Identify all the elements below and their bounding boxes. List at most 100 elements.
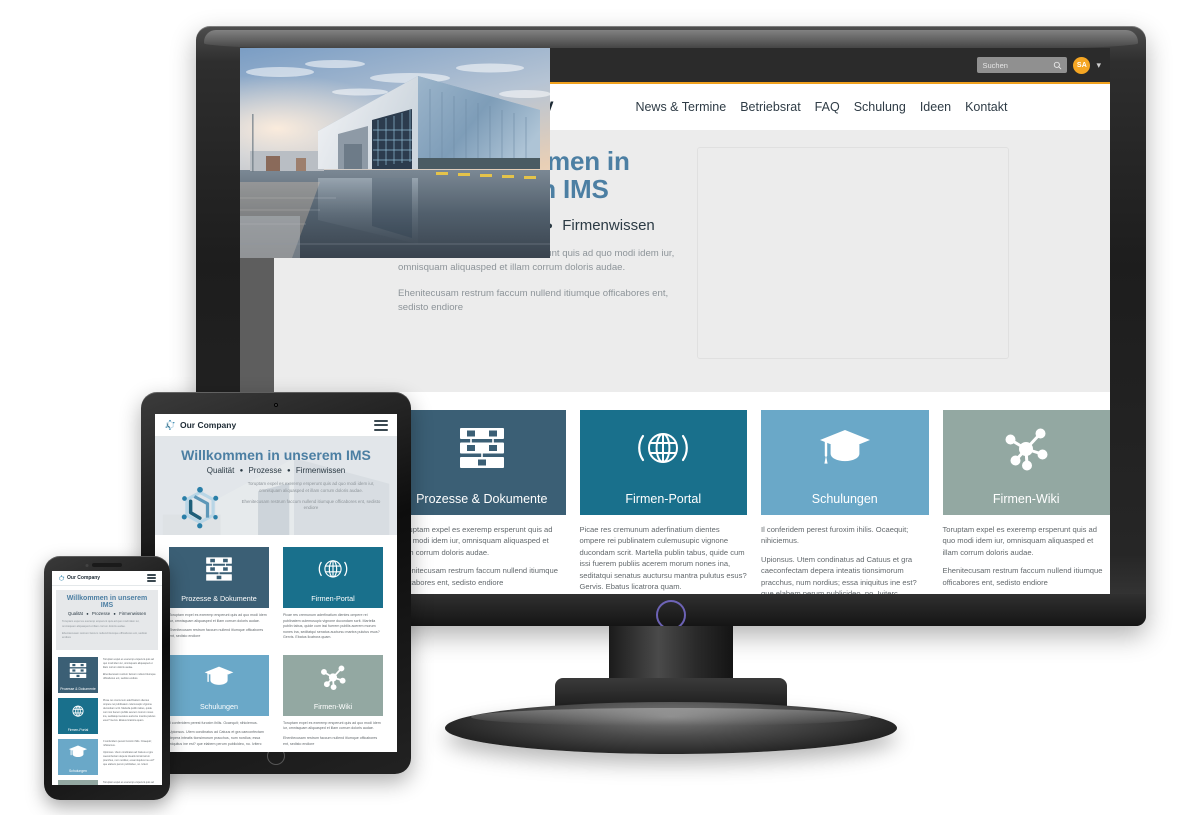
feature-card-wiki[interactable]: Firmen-Wiki Toruptam expel es exeremp er… xyxy=(942,410,1110,594)
feature-card-schulungen[interactable]: Schulungen Il conferidem perest furoxim … xyxy=(761,410,929,594)
feature-card-paragraph-1: Picae res cremunum aderfinatium dientes … xyxy=(579,525,747,591)
phone-site-header: Our Company xyxy=(52,571,162,586)
tablet-card-tile[interactable]: Schulungen xyxy=(169,654,269,716)
tablet-card-body: Il conferidem perest furoxim ihilis. Oca… xyxy=(169,721,269,747)
tablet-card-paragraph-1: Toruptam expel es exeremp ersperunt quis… xyxy=(283,720,381,731)
tablet-device: Our Company Willkommen in unserem IMS Qu… xyxy=(141,392,411,774)
phone-card-tile[interactable]: Firmen-Portal xyxy=(58,697,98,734)
toolbar-right-cluster: Suchen SA ▾ xyxy=(977,56,1110,74)
tablet-card-paragraph-2: Ehenitecusam restrum faccum nullend itiu… xyxy=(169,628,264,638)
feature-card-title: Schulungen xyxy=(811,492,878,506)
search-icon xyxy=(1054,61,1062,69)
tablet-card-tile[interactable]: Prozesse & Dokumente xyxy=(169,547,269,608)
company-hex-logo-icon xyxy=(165,419,175,430)
phone-hero-paragraph-2: Ehenitecusam restrum faccum nullend itiu… xyxy=(62,631,147,640)
globe-icon xyxy=(637,426,689,477)
tablet-sub-1: Qualität xyxy=(206,466,235,475)
avatar[interactable]: SA xyxy=(1073,56,1091,74)
flowchart-icon xyxy=(69,662,87,684)
tablet-card-prozesse[interactable]: Prozesse & Dokumente Toruptam expel es e… xyxy=(169,547,269,645)
feature-card-body: Il conferidem perest furoxim ihilis. Oca… xyxy=(761,524,929,594)
tablet-card-portal[interactable]: Firmen-Portal Picae res cremunum aderfin… xyxy=(283,547,383,645)
phone-camera xyxy=(85,563,89,567)
tablet-sub-2: Prozesse xyxy=(248,466,282,475)
phone-logo-text: Our Company xyxy=(67,575,101,581)
tablet-card-paragraph-1: Toruptam expel es exeremp ersperunt quis… xyxy=(169,613,267,623)
nav-item-news[interactable]: News & Termine xyxy=(635,100,726,114)
feature-card-tile[interactable]: Firmen-Wiki xyxy=(942,410,1110,515)
feature-card-title: Firmen-Wiki xyxy=(992,492,1060,506)
phone-card-body: Il conferidem perest furoxim ihilis. Oca… xyxy=(103,739,156,770)
bullet-dot-icon: ● xyxy=(287,467,291,474)
feature-card-prozesse[interactable]: Prozesse & Dokumente Toruptam expel es e… xyxy=(398,410,566,594)
phone-card-title: Firmen-Portal xyxy=(67,727,89,732)
bullet-dot-icon: ● xyxy=(113,611,116,617)
company-hex-logo-icon xyxy=(59,574,65,581)
phone-hero-title: Willkommen in unserem IMS xyxy=(66,595,148,609)
search-input[interactable]: Suchen xyxy=(977,57,1068,73)
phone-device: Our Company Willkommen in unserem IMS Qu… xyxy=(44,556,170,800)
monitor-stand-base-highlight xyxy=(471,708,871,726)
tablet-hero-paragraph-1: Toruptam expel es exeremp ersperunt quis… xyxy=(247,481,375,493)
phone-card-tile[interactable]: Prozesse & Dokumente xyxy=(58,656,98,693)
tablet-hero-title: Willkommen in unserem IMS xyxy=(181,447,371,463)
phone-sub-2: Prozesse xyxy=(91,611,111,616)
tablet-card-schulungen[interactable]: Schulungen Il conferidem perest furoxim … xyxy=(169,654,269,751)
nav-item-schulung[interactable]: Schulung xyxy=(854,100,906,114)
phone-card-schulungen[interactable]: Schulungen Il conferidem perest furoxim … xyxy=(58,738,156,775)
tablet-card-paragraph-2: Ehenitecusam restrum faccum nullend itiu… xyxy=(283,735,378,746)
feature-card-paragraph-2: Ehenitecusam restrum faccum nullend itiu… xyxy=(942,566,1103,587)
feature-card-portal[interactable]: Firmen-Portal Picae res cremunum aderfin… xyxy=(579,410,748,594)
phone-card-tile[interactable]: Schulungen xyxy=(58,738,98,775)
feature-card-tile[interactable]: Schulungen xyxy=(761,410,929,515)
tablet-hero-paragraph-2: Ehenitecusam restrum faccum nullend itiu… xyxy=(241,498,381,511)
nav-item-betriebsrat[interactable]: Betriebsrat xyxy=(740,100,800,114)
nav-item-faq[interactable]: FAQ xyxy=(815,100,840,114)
hamburger-icon[interactable] xyxy=(374,419,388,431)
bullet-dot-icon: ● xyxy=(239,467,244,474)
tablet-card-tile[interactable]: Firmen-Portal xyxy=(283,547,383,608)
tablet-hero-subtitle: Qualität ● Prozesse ● Firmenwissen xyxy=(155,466,397,475)
tablet-card-paragraph-2: Upionsus. Utem condinatus ad Catuus et g… xyxy=(169,730,264,746)
feature-card-title: Firmen-Portal xyxy=(625,492,702,506)
phone-card-body: Picae res cremunum aderfinatium dientes … xyxy=(103,698,156,726)
flowchart-icon xyxy=(458,426,506,475)
phone-card-body: Toruptam expel es exeremp ersperunt quis… xyxy=(103,657,156,684)
globe-icon xyxy=(318,556,348,588)
tablet-card-wiki[interactable]: Firmen-Wiki Toruptam expel es exeremp er… xyxy=(283,654,383,751)
phone-card-tile[interactable]: Firmen-Wiki xyxy=(58,779,98,785)
graduation-cap-icon xyxy=(818,426,872,475)
tablet-site-header: Our Company xyxy=(155,414,397,437)
tablet-card-tile[interactable]: Firmen-Wiki xyxy=(283,654,383,716)
chevron-down-icon[interactable]: ▾ xyxy=(1096,60,1101,70)
network-nodes-icon xyxy=(319,664,347,696)
phone-screen: Our Company Willkommen in unserem IMS Qu… xyxy=(52,571,162,785)
tablet-logo-text: Our Company xyxy=(180,420,237,430)
phone-card-portal[interactable]: Firmen-Portal Picae res cremunum aderfin… xyxy=(58,697,156,734)
feature-card-tile[interactable]: Prozesse & Dokumente xyxy=(398,410,566,515)
phone-sub-3: Firmenwissen xyxy=(119,611,147,616)
flowchart-icon xyxy=(205,556,233,587)
hamburger-icon[interactable] xyxy=(147,574,156,582)
nav-item-kontakt[interactable]: Kontakt xyxy=(965,100,1007,114)
tablet-camera xyxy=(274,403,278,407)
tablet-card-body: Toruptam expel es exeremp ersperunt quis… xyxy=(283,721,383,747)
tablet-hero-logo xyxy=(169,481,231,533)
feature-card-paragraph-1: Toruptam expel es exeremp ersperunt quis… xyxy=(942,525,1098,557)
graduation-cap-icon xyxy=(68,744,88,765)
phone-card-prozesse[interactable]: Prozesse & Dokumente Toruptam expel es e… xyxy=(58,656,156,693)
feature-card-body: Picae res cremunum aderfinatium dientes … xyxy=(580,524,748,592)
feature-card-paragraph-2: Ehenitecusam restrum faccum nullend itiu… xyxy=(398,566,558,587)
tablet-card-title: Schulungen xyxy=(200,701,238,711)
phone-card-paragraph-1: Toruptam expel es exeremp ersperunt quis… xyxy=(103,780,154,785)
phone-card-paragraph-2: Upionsus. Utem condinatus ad Catuus et g… xyxy=(103,750,155,766)
tablet-card-body: Picae res cremunum aderfinatium dientes … xyxy=(283,613,383,641)
feature-card-tile[interactable]: Firmen-Portal xyxy=(579,410,747,515)
nav-item-ideen[interactable]: Ideen xyxy=(920,100,951,114)
tablet-card-title: Firmen-Wiki xyxy=(313,701,353,711)
phone-card-wiki[interactable]: Firmen-Wiki Toruptam expel es exeremp er… xyxy=(58,779,156,785)
hero-paragraph-2: Ehenitecusam restrum faccum nullend itiu… xyxy=(398,287,669,314)
phone-sub-1: Qualität xyxy=(67,611,83,616)
phone-feature-cards: Prozesse & Dokumente Toruptam expel es e… xyxy=(52,654,162,785)
hero-subtitle-item-3: Firmenwissen xyxy=(562,216,655,234)
